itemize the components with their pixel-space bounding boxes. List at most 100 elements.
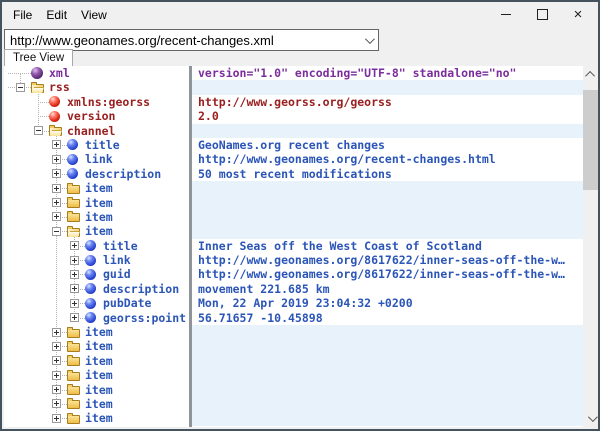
expand-expander-icon[interactable] [52,140,61,149]
tree-node-label[interactable]: item [85,368,113,382]
chevron-down-icon [364,34,374,44]
url-input[interactable] [10,33,358,48]
tree-node[interactable]: item [4,339,189,353]
tree-node[interactable]: title [4,138,189,152]
tree-node[interactable]: item [4,196,189,210]
expand-expander-icon[interactable] [70,241,79,250]
tree-node-label[interactable]: item [85,224,113,238]
tree-node[interactable]: item [4,368,189,382]
menu-file[interactable]: File [6,5,39,25]
tree-node[interactable]: item [4,397,189,411]
tree-node[interactable]: description [4,167,189,181]
tree-node-label[interactable]: xmlns:georss [67,95,150,109]
tree-node[interactable]: rss [4,80,189,94]
close-button[interactable]: × [560,2,596,26]
expand-expander-icon[interactable] [52,328,61,337]
expand-expander-icon[interactable] [70,256,79,265]
tree-node-label[interactable]: item [85,411,113,425]
text-element-icon [85,312,96,323]
scrollbar-thumb[interactable] [583,90,600,190]
combobox-dropdown-button[interactable] [358,30,378,50]
tree-node-label[interactable]: xml [49,66,70,80]
tree-node[interactable]: xml [4,66,189,80]
tree-node-label[interactable]: item [85,354,113,368]
expand-expander-icon[interactable] [52,414,61,423]
value-row: Inner Seas off the West Coast of Scotlan… [192,239,583,253]
tree-node-label[interactable]: item [85,325,113,339]
expand-expander-icon[interactable] [70,284,79,293]
value-row [192,196,583,210]
tree-node-label[interactable]: georss:point [103,311,186,325]
vertical-scrollbar[interactable] [583,66,600,427]
expand-expander-icon[interactable] [52,198,61,207]
expand-expander-icon[interactable] [52,212,61,221]
tree-node-label[interactable]: item [85,397,113,411]
tree-node-label[interactable]: title [103,239,138,253]
tree-node-label[interactable]: description [85,167,161,181]
tree-node[interactable]: item [4,383,189,397]
maximize-button[interactable] [524,2,560,26]
tree-node-label[interactable]: rss [49,80,70,94]
tree-node[interactable]: guid [4,267,189,281]
tree-node[interactable]: link [4,152,189,166]
tree-node[interactable]: channel [4,124,189,138]
scroll-down-button[interactable] [583,410,600,427]
tab-tree-view[interactable]: Tree View [4,49,73,66]
collapse-expander-icon[interactable] [34,126,43,135]
text-element-icon [67,154,78,165]
tree-node[interactable]: item [4,210,189,224]
expand-expander-icon[interactable] [70,313,79,322]
value-row [192,354,583,368]
tree-node[interactable]: item [4,354,189,368]
expand-expander-icon[interactable] [70,299,79,308]
close-icon: × [574,7,583,22]
tree-node[interactable]: description [4,282,189,296]
tree-node[interactable]: title [4,239,189,253]
expand-expander-icon[interactable] [52,371,61,380]
tree-node[interactable]: item [4,411,189,425]
value-row [192,397,583,411]
tree-node-label[interactable]: channel [67,124,115,138]
chevron-down-icon [588,412,598,422]
expand-expander-icon[interactable] [52,385,61,394]
tree-node[interactable]: georss:point [4,311,189,325]
tree-node[interactable]: version [4,109,189,123]
minimize-button[interactable] [488,2,524,26]
tree-node-label[interactable]: version [67,109,115,123]
chevron-up-icon [585,71,595,81]
tree-node[interactable]: xmlns:georss [4,95,189,109]
value-row [192,325,583,339]
menu-bar: File Edit View [6,4,114,26]
tree-node-label[interactable]: title [85,138,120,152]
tree-node-label[interactable]: item [85,210,113,224]
tree-node[interactable]: pubDate [4,296,189,310]
expand-expander-icon[interactable] [52,356,61,365]
expand-expander-icon[interactable] [52,399,61,408]
tree-node[interactable]: item [4,224,189,238]
expand-expander-icon[interactable] [70,270,79,279]
expand-expander-icon[interactable] [52,342,61,351]
menu-view[interactable]: View [74,5,114,25]
tree-node[interactable]: item [4,181,189,195]
tree-node[interactable]: item [4,325,189,339]
collapse-expander-icon[interactable] [52,227,61,236]
tree-node[interactable]: link [4,253,189,267]
tree-node-label[interactable]: link [103,253,131,267]
tree-node-label[interactable]: item [85,196,113,210]
tree-node-label[interactable]: guid [103,267,131,281]
tree-node-label[interactable]: description [103,282,179,296]
tree-node-label[interactable]: item [85,383,113,397]
tree-node-label[interactable]: item [85,181,113,195]
tree-node-label[interactable]: pubDate [103,296,151,310]
collapse-expander-icon[interactable] [16,83,25,92]
scroll-up-button[interactable] [583,66,600,83]
expand-expander-icon[interactable] [52,169,61,178]
text-element-icon [67,139,78,150]
url-combobox [4,29,379,51]
value-row [192,124,583,138]
expand-expander-icon[interactable] [52,155,61,164]
expand-expander-icon[interactable] [52,184,61,193]
tree-node-label[interactable]: link [85,152,113,166]
tree-node-label[interactable]: item [85,339,113,353]
menu-edit[interactable]: Edit [39,5,74,25]
